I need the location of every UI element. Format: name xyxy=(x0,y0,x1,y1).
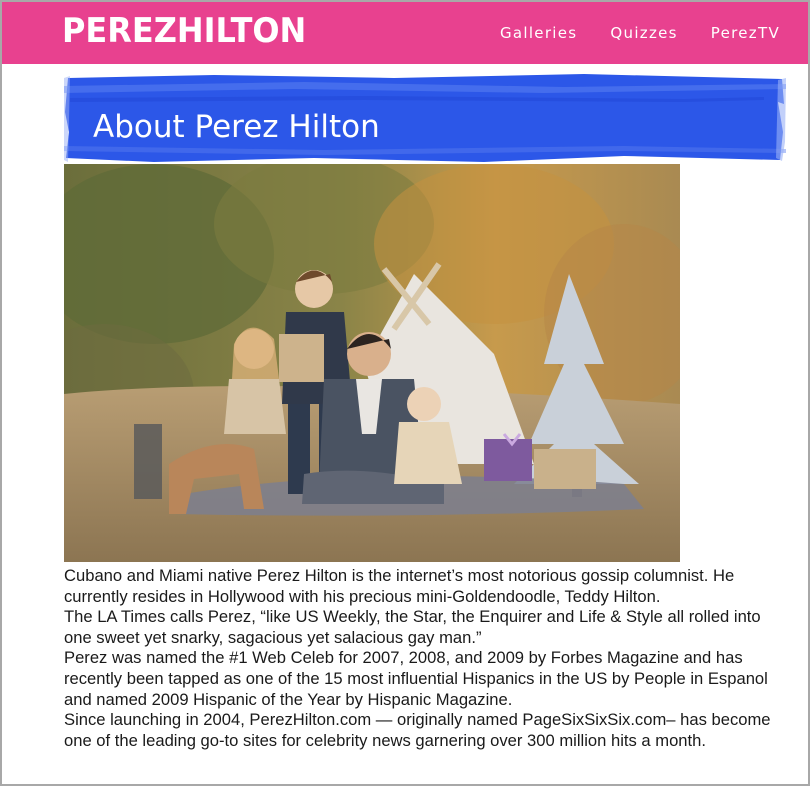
main-nav: Galleries Quizzes PerezTV xyxy=(500,24,780,42)
page-title-banner: About Perez Hilton xyxy=(64,72,786,164)
about-paragraph: Perez was named the #1 Web Celeb for 200… xyxy=(64,648,768,709)
nav-link-pereztv[interactable]: PerezTV xyxy=(711,24,780,42)
nav-link-quizzes[interactable]: Quizzes xyxy=(610,24,677,42)
about-paragraph: Cubano and Miami native Perez Hilton is … xyxy=(64,566,735,606)
page-frame: PEREZHILTON Galleries Quizzes PerezTV Ab… xyxy=(0,0,810,786)
about-paragraph: Since launching in 2004, PerezHilton.com… xyxy=(64,710,771,750)
page-title: About Perez Hilton xyxy=(93,109,380,145)
about-paragraph: The LA Times calls Perez, “like US Weekl… xyxy=(64,607,761,647)
nav-link-galleries[interactable]: Galleries xyxy=(500,24,577,42)
site-logo[interactable]: PEREZHILTON xyxy=(62,11,306,51)
site-header: PEREZHILTON Galleries Quizzes PerezTV xyxy=(2,2,808,64)
about-content: Cubano and Miami native Perez Hilton is … xyxy=(64,566,784,751)
family-portrait-photo xyxy=(14,154,704,562)
